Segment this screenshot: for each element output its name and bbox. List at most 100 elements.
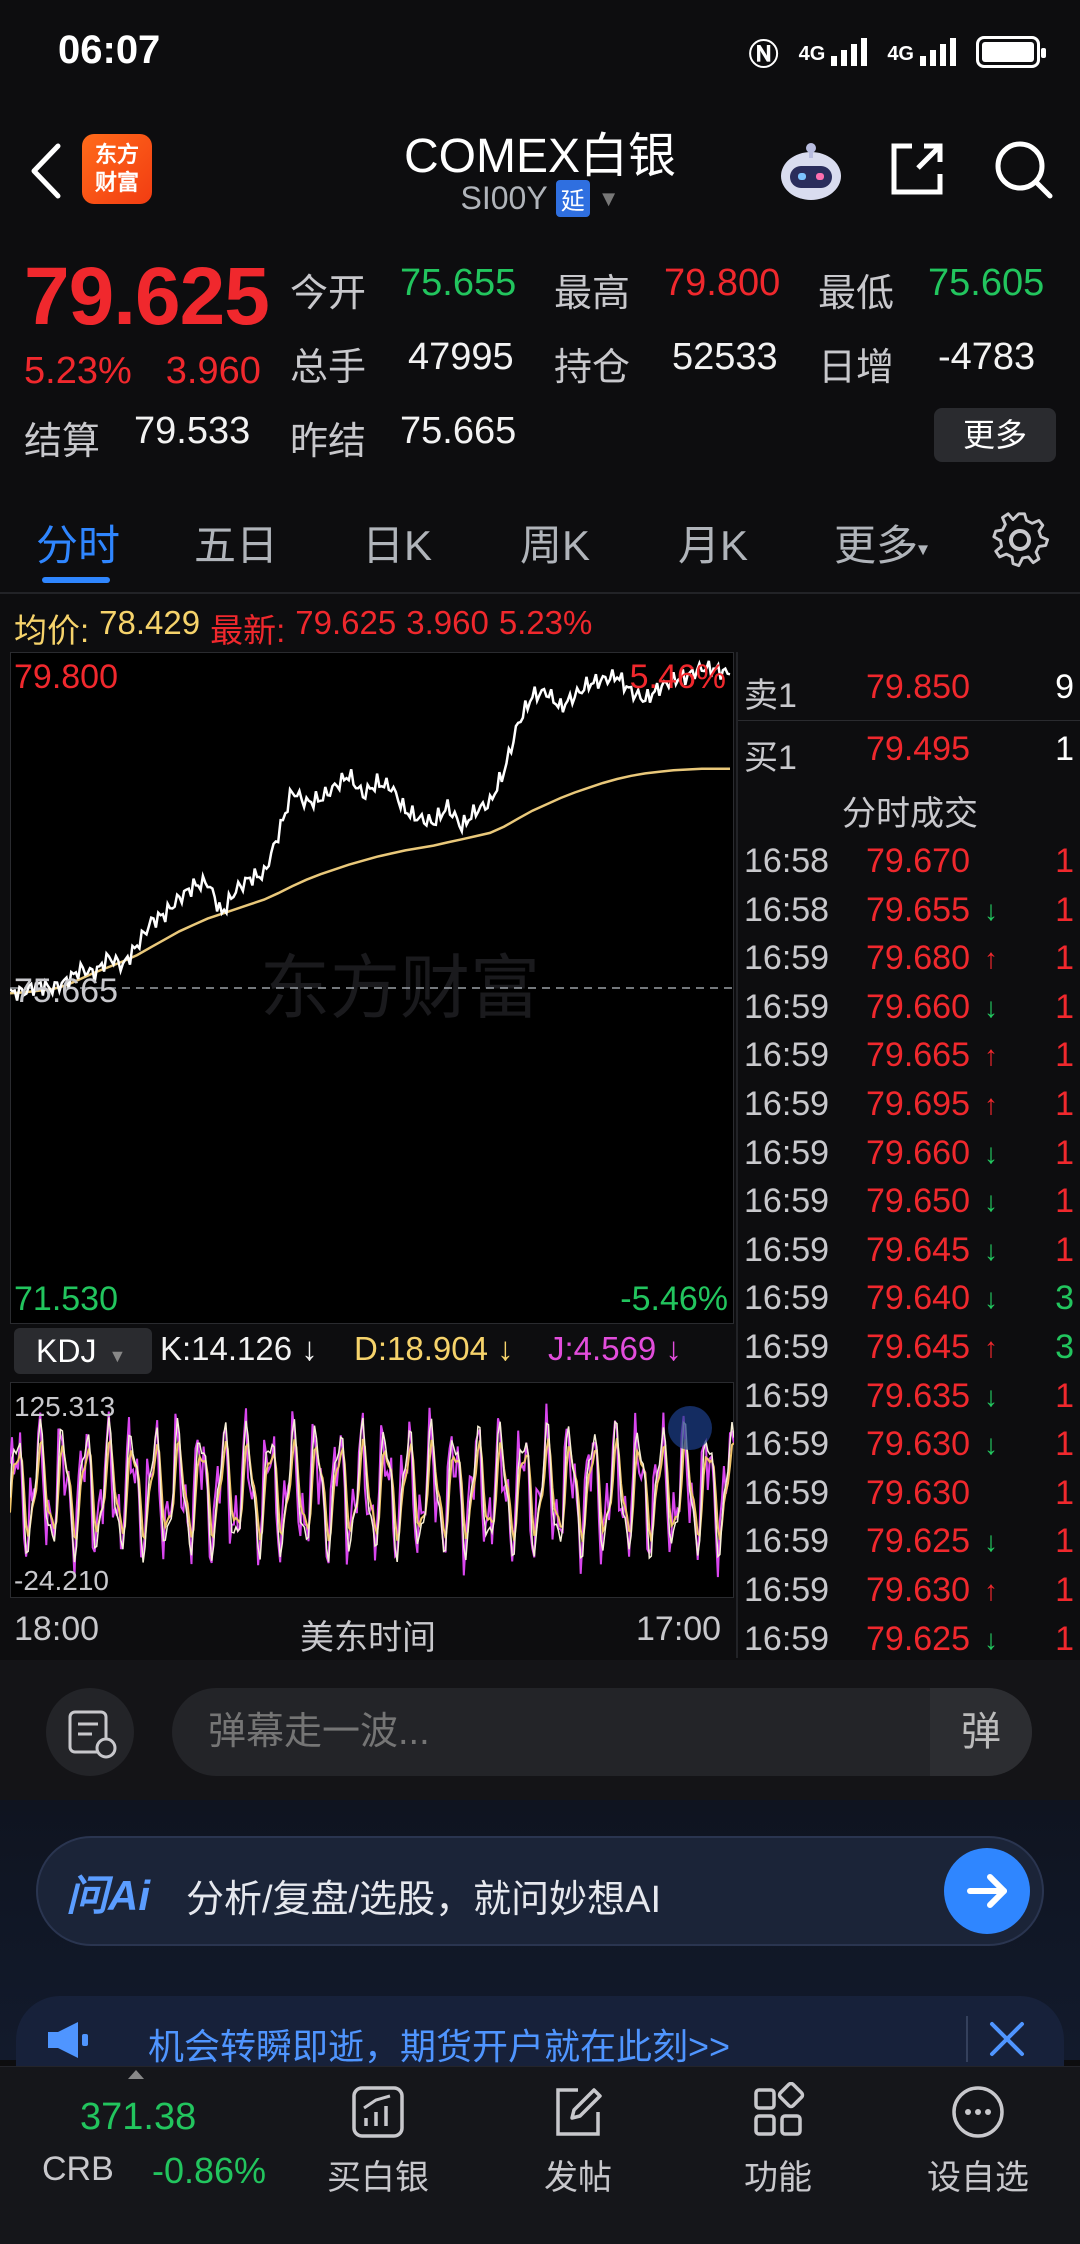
trade-direction: ↓	[984, 1526, 998, 1558]
price-chart[interactable]: 东方财富 79.800 5.46% 75.665 71.530 -5.46%	[10, 652, 734, 1324]
trade-time: 16:59	[744, 1425, 830, 1464]
tab-monthly-k[interactable]: 月K	[678, 512, 748, 573]
daily-increase-value: -4783	[938, 336, 1036, 378]
search-icon[interactable]	[990, 136, 1056, 202]
crb-label: CRB	[42, 2150, 114, 2188]
crb-value[interactable]: 371.38	[80, 2096, 196, 2139]
low-label: 最低	[818, 273, 895, 315]
share-icon[interactable]	[886, 138, 948, 200]
tab-intraday[interactable]: 分时	[36, 512, 120, 573]
kdj-top-label: 125.313	[14, 1391, 115, 1422]
open-interest-label: 持仓	[554, 347, 631, 389]
trade-time: 16:59	[744, 1133, 830, 1172]
trade-direction: ↓	[984, 991, 998, 1023]
trade-time: 16:59	[744, 1473, 830, 1512]
close-icon[interactable]	[984, 2016, 1030, 2062]
trade-price: 79.655	[866, 890, 970, 929]
trade-row: 16:59 79.660 ↓ 1	[738, 1134, 1080, 1182]
trade-direction: ↓	[984, 1283, 998, 1315]
trade-direction: ↓	[984, 1623, 998, 1655]
trade-price: 79.640	[866, 1279, 970, 1318]
tab-five-day[interactable]: 五日	[194, 512, 278, 573]
trade-qty: 1	[1055, 987, 1074, 1026]
tab-weekly-k[interactable]: 周K	[520, 512, 590, 573]
trade-direction: ↓	[984, 1137, 998, 1169]
more-quote-button[interactable]: 更多	[934, 408, 1056, 462]
danmaku-list-button[interactable]	[46, 1688, 134, 1776]
trade-price: 79.660	[866, 1133, 970, 1172]
more-circle-icon	[952, 2086, 1004, 2138]
trade-direction: ↑	[984, 1089, 998, 1120]
kdj-k-value: K:14.126 ↓	[160, 1330, 318, 1367]
trade-row: 16:59 79.630 ↓ 1	[738, 1425, 1080, 1473]
trade-qty: 1	[1055, 1133, 1074, 1172]
trade-row: 16:59 79.630 1	[738, 1474, 1080, 1522]
tab-more[interactable]: 更多▾	[834, 512, 928, 573]
robot-assistant-icon[interactable]	[776, 136, 846, 206]
avg-value: 78.429	[99, 604, 201, 641]
danmaku-input[interactable]	[172, 1688, 1032, 1776]
ai-logo: 问Ai	[66, 1872, 151, 1919]
indicator-selector[interactable]: KDJ ▼	[14, 1328, 152, 1374]
trade-row: 16:59 79.680 ↑ 1	[738, 939, 1080, 987]
nav-post[interactable]: 发帖	[498, 2082, 658, 2199]
y-prev-label: 75.665	[14, 972, 118, 1010]
chart-summary: 均价: 78.429 最新: 79.625 3.960 5.23%	[14, 604, 592, 652]
settle-value: 79.533	[134, 410, 251, 452]
last-price: 79.625	[24, 251, 270, 342]
trade-time: 16:59	[744, 1182, 830, 1221]
nav-buy-silver[interactable]: 买白银	[298, 2082, 458, 2199]
trade-direction: ↓	[984, 1429, 998, 1461]
trade-price: 79.650	[866, 1182, 970, 1221]
x-mid-label: 美东时间	[300, 1619, 436, 1657]
expand-icon[interactable]	[668, 1406, 712, 1450]
trade-row: 16:59 79.645 ↑ 3	[738, 1328, 1080, 1376]
trade-row: 16:58 79.670 1	[738, 842, 1080, 890]
trade-time: 16:58	[744, 890, 830, 929]
trade-time: 16:58	[744, 842, 830, 880]
trade-time: 16:59	[744, 1085, 830, 1123]
danmaku-toggle-button[interactable]: 弹	[930, 1688, 1032, 1776]
pct-top-label: 5.46%	[630, 658, 726, 696]
trade-time: 16:59	[744, 1328, 830, 1366]
trade-qty: 1	[1055, 890, 1074, 929]
gear-icon[interactable]	[990, 510, 1050, 570]
bid-price: 79.495	[866, 730, 970, 768]
pct-bottom-label: -5.46%	[620, 1280, 728, 1318]
promo-text[interactable]: 机会转瞬即逝，期货开户就在此刻>>	[148, 2018, 730, 2070]
trade-time: 16:59	[744, 987, 830, 1026]
ask-qty: 9	[1055, 668, 1074, 706]
latest-pct: 5.23%	[498, 604, 593, 641]
bid-qty: 1	[1055, 730, 1074, 768]
kdj-chart[interactable]: 125.313 -24.210	[10, 1382, 734, 1598]
ai-go-button[interactable]	[944, 1848, 1030, 1934]
trade-qty: 1	[1055, 1425, 1074, 1464]
nav-add-watchlist[interactable]: 设自选	[898, 2082, 1058, 2199]
status-time: 06:07	[58, 28, 161, 72]
volume-label: 总手	[290, 347, 367, 389]
caret-down-icon: ▼	[108, 1346, 127, 1366]
trade-row: 16:59 79.625 ↓ 1	[738, 1522, 1080, 1570]
kdj-j-value: J:4.569 ↓	[548, 1330, 682, 1367]
kdj-d-value: D:18.904 ↓	[354, 1330, 514, 1367]
settle-label: 结算	[24, 421, 101, 463]
symbol-code: SI00Y	[460, 180, 548, 216]
trade-price: 79.630	[866, 1473, 970, 1512]
trade-time: 16:59	[744, 1376, 830, 1415]
trade-price: 79.665	[866, 1036, 970, 1075]
open-interest-value: 52533	[672, 336, 778, 378]
kdj-bottom-label: -24.210	[14, 1565, 109, 1596]
tab-daily-k[interactable]: 日K	[362, 512, 432, 573]
caret-up-icon	[128, 2070, 144, 2079]
trade-direction: ↑	[984, 1332, 998, 1363]
ob-divider	[738, 720, 1080, 721]
open-label: 今开	[290, 273, 367, 315]
trade-time: 16:59	[744, 1230, 830, 1269]
trade-price: 79.630	[866, 1571, 970, 1609]
chart-bar-icon	[352, 2086, 404, 2138]
trade-qty: 1	[1055, 1182, 1074, 1221]
trade-time: 16:59	[744, 1522, 830, 1561]
trade-qty: 1	[1055, 1376, 1074, 1415]
trade-row: 16:59 79.665 ↑ 1	[738, 1036, 1080, 1084]
nav-functions[interactable]: 功能	[698, 2082, 858, 2199]
